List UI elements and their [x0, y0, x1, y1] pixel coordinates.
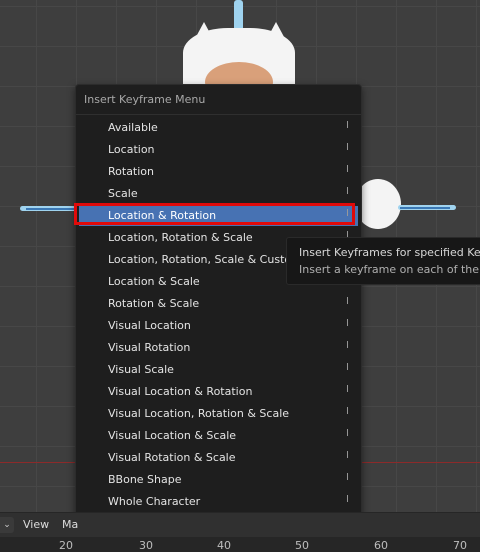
- menu-item-shortcut: I: [346, 450, 349, 461]
- menu-item[interactable]: Visual Rotation & Scale I: [79, 448, 358, 468]
- menu-item-label: Visual Rotation & Scale: [108, 451, 236, 464]
- menu-item-shortcut: I: [346, 208, 349, 219]
- menu-item[interactable]: Visual Scale I: [79, 360, 358, 380]
- menu-item-shortcut: I: [346, 472, 349, 483]
- menu-item-label: Visual Location, Rotation & Scale: [108, 407, 290, 420]
- menu-item-label: BBone Shape: [108, 473, 182, 486]
- menu-item-label: Rotation & Scale: [108, 297, 200, 310]
- menu-item[interactable]: Location I: [79, 140, 358, 160]
- menu-item[interactable]: Visual Location I: [79, 316, 358, 336]
- timeline-header: ⌄ View Ma: [0, 512, 480, 537]
- menu-item-label: Location & Rotation: [108, 209, 217, 222]
- menu-item-shortcut: I: [346, 142, 349, 153]
- frame-tick-label: 70: [453, 539, 467, 552]
- bone-arm-left-core: [26, 208, 74, 210]
- tooltip-title: Insert Keyframes for specified Keying: [299, 246, 480, 259]
- frame-tick-label: 50: [295, 539, 309, 552]
- menu-item-shortcut: I: [346, 120, 349, 131]
- menu-item[interactable]: Available I: [79, 118, 358, 138]
- menu-item-label: Location: [108, 143, 155, 156]
- tooltip: Insert Keyframes for specified Keying In…: [286, 237, 480, 285]
- menu-item-label: Scale: [108, 187, 138, 200]
- menu-item[interactable]: Scale I: [79, 184, 358, 204]
- menu-item-shortcut: I: [346, 164, 349, 175]
- menu-item-shortcut: I: [346, 362, 349, 373]
- editor-type-dropdown[interactable]: ⌄: [0, 517, 14, 533]
- menu-item-label: Location, Rotation & Scale: [108, 231, 253, 244]
- menu-divider: [76, 114, 361, 115]
- menu-item-shortcut: I: [346, 406, 349, 417]
- menu-item[interactable]: Visual Rotation I: [79, 338, 358, 358]
- insert-keyframe-menu: Insert Keyframe Menu Available I Location I…: [75, 84, 362, 540]
- menu-item-label: Available: [108, 121, 158, 134]
- menu-item-shortcut: I: [346, 384, 349, 395]
- menu-item-label: Location & Scale: [108, 275, 200, 288]
- frame-tick-label: 20: [59, 539, 73, 552]
- menu-item-shortcut: I: [346, 318, 349, 329]
- menu-title: Insert Keyframe Menu: [84, 93, 206, 106]
- menu-item-label: Visual Location & Rotation: [108, 385, 253, 398]
- character-ear-left: [190, 22, 218, 48]
- menu-item-label: Visual Rotation: [108, 341, 191, 354]
- menu-item-label: Visual Location: [108, 319, 191, 332]
- menu-item[interactable]: Rotation I: [79, 162, 358, 182]
- menu-item-shortcut: I: [346, 296, 349, 307]
- menu-item[interactable]: Location & Rotation I: [79, 206, 358, 226]
- view-menu[interactable]: View: [23, 518, 49, 531]
- timeline-ruler[interactable]: 20 30 40 50 60 70: [0, 537, 480, 552]
- frame-tick-label: 60: [374, 539, 388, 552]
- menu-item[interactable]: Visual Location & Scale I: [79, 426, 358, 446]
- menu-item[interactable]: BBone Shape I: [79, 470, 358, 490]
- menu-item-label: Location, Rotation, Scale & Custom: [108, 253, 302, 266]
- menu-item[interactable]: Visual Location, Rotation & Scale I: [79, 404, 358, 424]
- bone-arm-right-core: [400, 207, 450, 209]
- tooltip-description: Insert a keyframe on each of the loca: [299, 263, 480, 276]
- character-ear-right: [262, 22, 290, 48]
- menu-item[interactable]: Whole Character I: [79, 492, 358, 512]
- menu-item-shortcut: I: [346, 186, 349, 197]
- menu-item[interactable]: Rotation & Scale I: [79, 294, 358, 314]
- frame-tick-label: 30: [139, 539, 153, 552]
- frame-tick-label: 40: [217, 539, 231, 552]
- menu-item-shortcut: I: [346, 494, 349, 505]
- menu-item-label: Whole Character: [108, 495, 201, 508]
- menu-item-label: Visual Scale: [108, 363, 174, 376]
- menu-item-label: Rotation: [108, 165, 155, 178]
- menu-item-shortcut: I: [346, 340, 349, 351]
- menu-item-label: Visual Location & Scale: [108, 429, 237, 442]
- menu-item-shortcut: I: [346, 428, 349, 439]
- menu-item[interactable]: Visual Location & Rotation I: [79, 382, 358, 402]
- marker-menu[interactable]: Ma: [62, 518, 78, 531]
